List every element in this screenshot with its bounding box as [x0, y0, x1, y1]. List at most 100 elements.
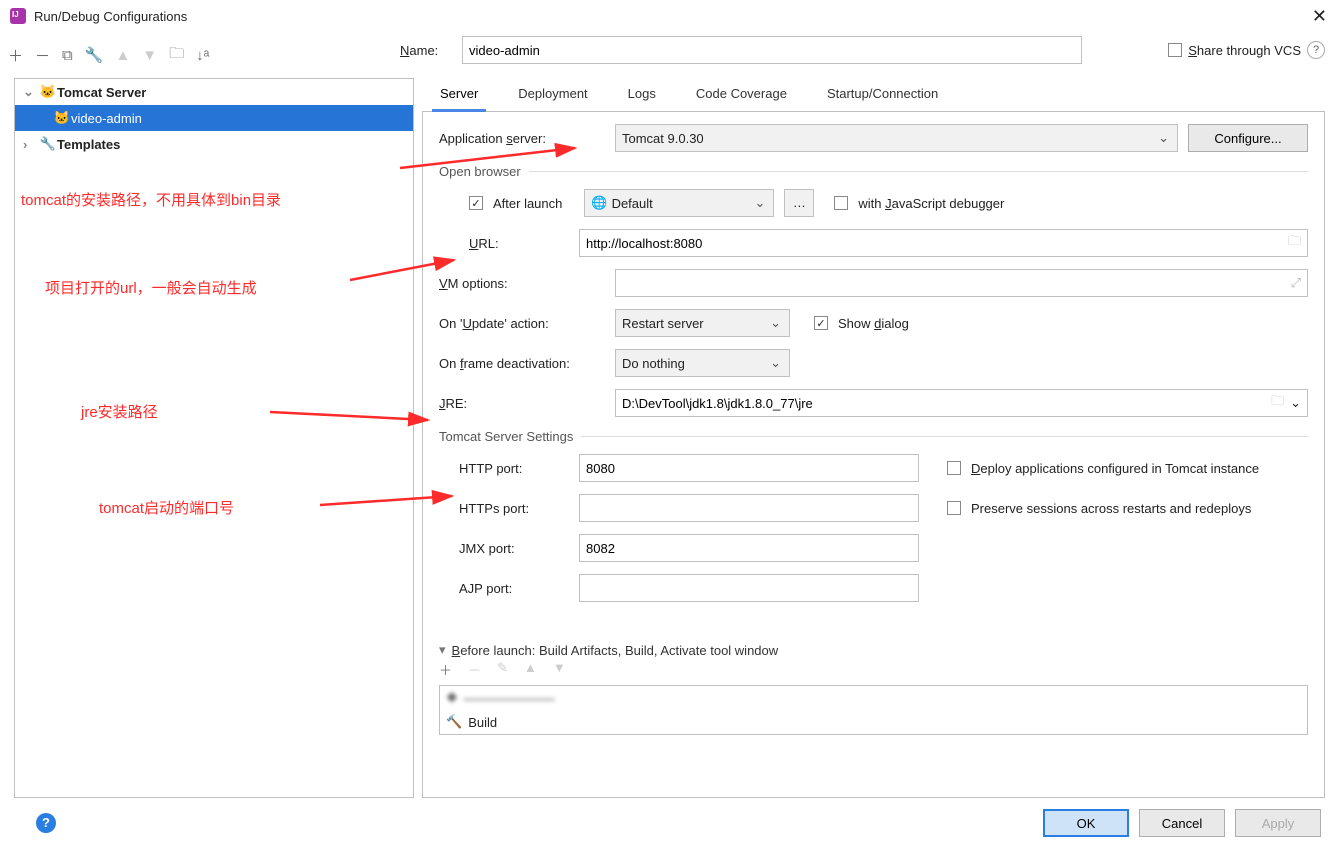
chevron-right-icon: › — [23, 137, 39, 152]
chevron-down-icon[interactable]: ⌄ — [1290, 395, 1301, 411]
tomcat-icon: 🐱 — [39, 84, 57, 100]
preserve-label: Preserve sessions across restarts and re… — [971, 501, 1251, 516]
artifact-icon: ❖ — [446, 690, 458, 706]
tab-startup[interactable]: Startup/Connection — [823, 78, 942, 111]
share-label: Share through VCS — [1188, 43, 1301, 58]
config-tree[interactable]: ⌄ 🐱 Tomcat Server 🐱 video-admin › 🔧 Temp… — [14, 78, 414, 798]
remove-icon[interactable]: － — [468, 660, 481, 679]
window-title: Run/Debug Configurations — [34, 9, 1306, 24]
after-launch-checkbox[interactable]: ✓ — [469, 196, 483, 210]
annotation-text: jre安装路径 — [81, 401, 158, 422]
tree-video-admin[interactable]: 🐱 video-admin — [15, 105, 413, 131]
chevron-down-icon[interactable]: ▾ — [439, 642, 446, 658]
name-input[interactable] — [462, 36, 1082, 64]
tree-tomcat-server[interactable]: ⌄ 🐱 Tomcat Server — [15, 79, 413, 105]
on-frame-select[interactable]: Do nothing ⌄ — [615, 349, 790, 377]
up-icon[interactable]: ▲ — [524, 660, 537, 679]
on-update-select[interactable]: Restart server ⌄ — [615, 309, 790, 337]
group-open-browser: Open browser — [439, 164, 1308, 179]
remove-icon[interactable]: － — [35, 45, 50, 66]
add-icon[interactable]: ＋ — [8, 45, 23, 66]
wrench-icon[interactable]: 🔧 — [85, 46, 104, 64]
chevron-down-icon: ⌄ — [754, 195, 765, 211]
ajp-port-wrap — [579, 574, 919, 602]
js-debugger-label: with JavaScript debugger — [858, 196, 1004, 211]
browse-button[interactable]: … — [784, 189, 814, 217]
hammer-icon: 🔨 — [446, 714, 462, 730]
annotation-text: tomcat的安装路径，不用具体到bin目录 — [21, 189, 281, 210]
chevron-down-icon: ⌄ — [770, 355, 781, 371]
https-port-input[interactable] — [586, 501, 912, 516]
help-icon[interactable]: ? — [1307, 41, 1325, 59]
vm-options-input[interactable] — [622, 276, 1291, 291]
apply-button[interactable]: Apply — [1235, 809, 1321, 837]
folder-icon[interactable]: 🗀 — [1271, 392, 1284, 414]
configure-button[interactable]: Configure... — [1188, 124, 1308, 152]
ok-button[interactable]: OK — [1043, 809, 1129, 837]
down-icon[interactable]: ▼ — [553, 660, 566, 679]
chevron-down-icon: ⌄ — [770, 315, 781, 331]
show-dialog-label: Show dialog — [838, 316, 909, 331]
help-icon[interactable]: ? — [36, 813, 56, 833]
share-checkbox[interactable] — [1168, 43, 1182, 57]
chrome-icon: 🌐 — [591, 195, 607, 211]
on-frame-label: On frame deactivation: — [439, 356, 605, 371]
list-item[interactable]: ❖ ——————— — [440, 686, 1307, 710]
on-update-label: On 'Update' action: — [439, 316, 605, 331]
select-value: Do nothing — [622, 356, 685, 371]
before-launch-label: Before launch: Build Artifacts, Build, A… — [452, 643, 779, 658]
list-item[interactable]: 🔨 Build — [440, 710, 1307, 734]
chevron-down-icon: ⌄ — [23, 84, 39, 100]
https-port-label: HTTPs port: — [459, 501, 569, 516]
select-value: Tomcat 9.0.30 — [622, 131, 704, 146]
cancel-button[interactable]: Cancel — [1139, 809, 1225, 837]
jmx-port-wrap — [579, 534, 919, 562]
down-icon[interactable]: ▼ — [142, 47, 157, 64]
tab-deployment[interactable]: Deployment — [514, 78, 591, 111]
list-item-label: ——————— — [464, 691, 555, 706]
tree-label: video-admin — [71, 111, 142, 126]
browser-select[interactable]: 🌐 Default ⌄ — [584, 189, 774, 217]
url-label: URL: — [469, 236, 569, 251]
tree-templates[interactable]: › 🔧 Templates — [15, 131, 413, 157]
tabs: Server Deployment Logs Code Coverage Sta… — [422, 78, 1325, 112]
tab-coverage[interactable]: Code Coverage — [692, 78, 791, 111]
name-label: Name: — [400, 43, 452, 58]
app-icon — [10, 8, 26, 24]
tab-server[interactable]: Server — [436, 78, 482, 111]
add-icon[interactable]: ＋ — [439, 660, 452, 679]
preserve-checkbox[interactable] — [947, 501, 961, 515]
folder-icon[interactable]: 🗀 — [1288, 232, 1301, 254]
copy-icon[interactable]: ⧉ — [62, 47, 73, 64]
edit-icon[interactable]: ✎ — [497, 660, 508, 679]
sort-icon[interactable]: ↓ᵃ — [196, 47, 209, 64]
show-dialog-checkbox[interactable]: ✓ — [814, 316, 828, 330]
chevron-down-icon: ⌄ — [1158, 130, 1169, 146]
annotation-text: 项目打开的url，一般会自动生成 — [45, 277, 257, 298]
jre-input-wrap: 🗀 ⌄ — [615, 389, 1308, 417]
app-server-select[interactable]: Tomcat 9.0.30 ⌄ — [615, 124, 1178, 152]
http-port-input[interactable] — [586, 461, 912, 476]
before-launch-list[interactable]: ❖ ——————— 🔨 Build — [439, 685, 1308, 735]
up-icon[interactable]: ▲ — [115, 47, 130, 64]
deploy-checkbox[interactable] — [947, 461, 961, 475]
jre-input[interactable] — [622, 396, 1271, 411]
after-launch-label: After launch — [493, 196, 562, 211]
js-debugger-checkbox[interactable] — [834, 196, 848, 210]
vm-options-label: VM options: — [439, 276, 605, 291]
https-port-wrap — [579, 494, 919, 522]
folder-icon[interactable]: 🗀 — [169, 43, 184, 68]
http-port-label: HTTP port: — [459, 461, 569, 476]
tab-logs[interactable]: Logs — [624, 78, 660, 111]
wrench-icon: 🔧 — [39, 136, 57, 152]
jmx-port-label: JMX port: — [459, 541, 569, 556]
jmx-port-input[interactable] — [586, 541, 912, 556]
select-value: Default — [612, 196, 653, 211]
close-icon[interactable]: ✕ — [1306, 6, 1333, 27]
http-port-wrap — [579, 454, 919, 482]
tomcat-icon: 🐱 — [53, 110, 71, 126]
annotation-text: tomcat启动的端口号 — [99, 497, 234, 518]
expand-icon[interactable]: ⤢ — [1291, 275, 1301, 291]
ajp-port-input[interactable] — [586, 581, 912, 596]
url-input[interactable] — [586, 236, 1284, 251]
